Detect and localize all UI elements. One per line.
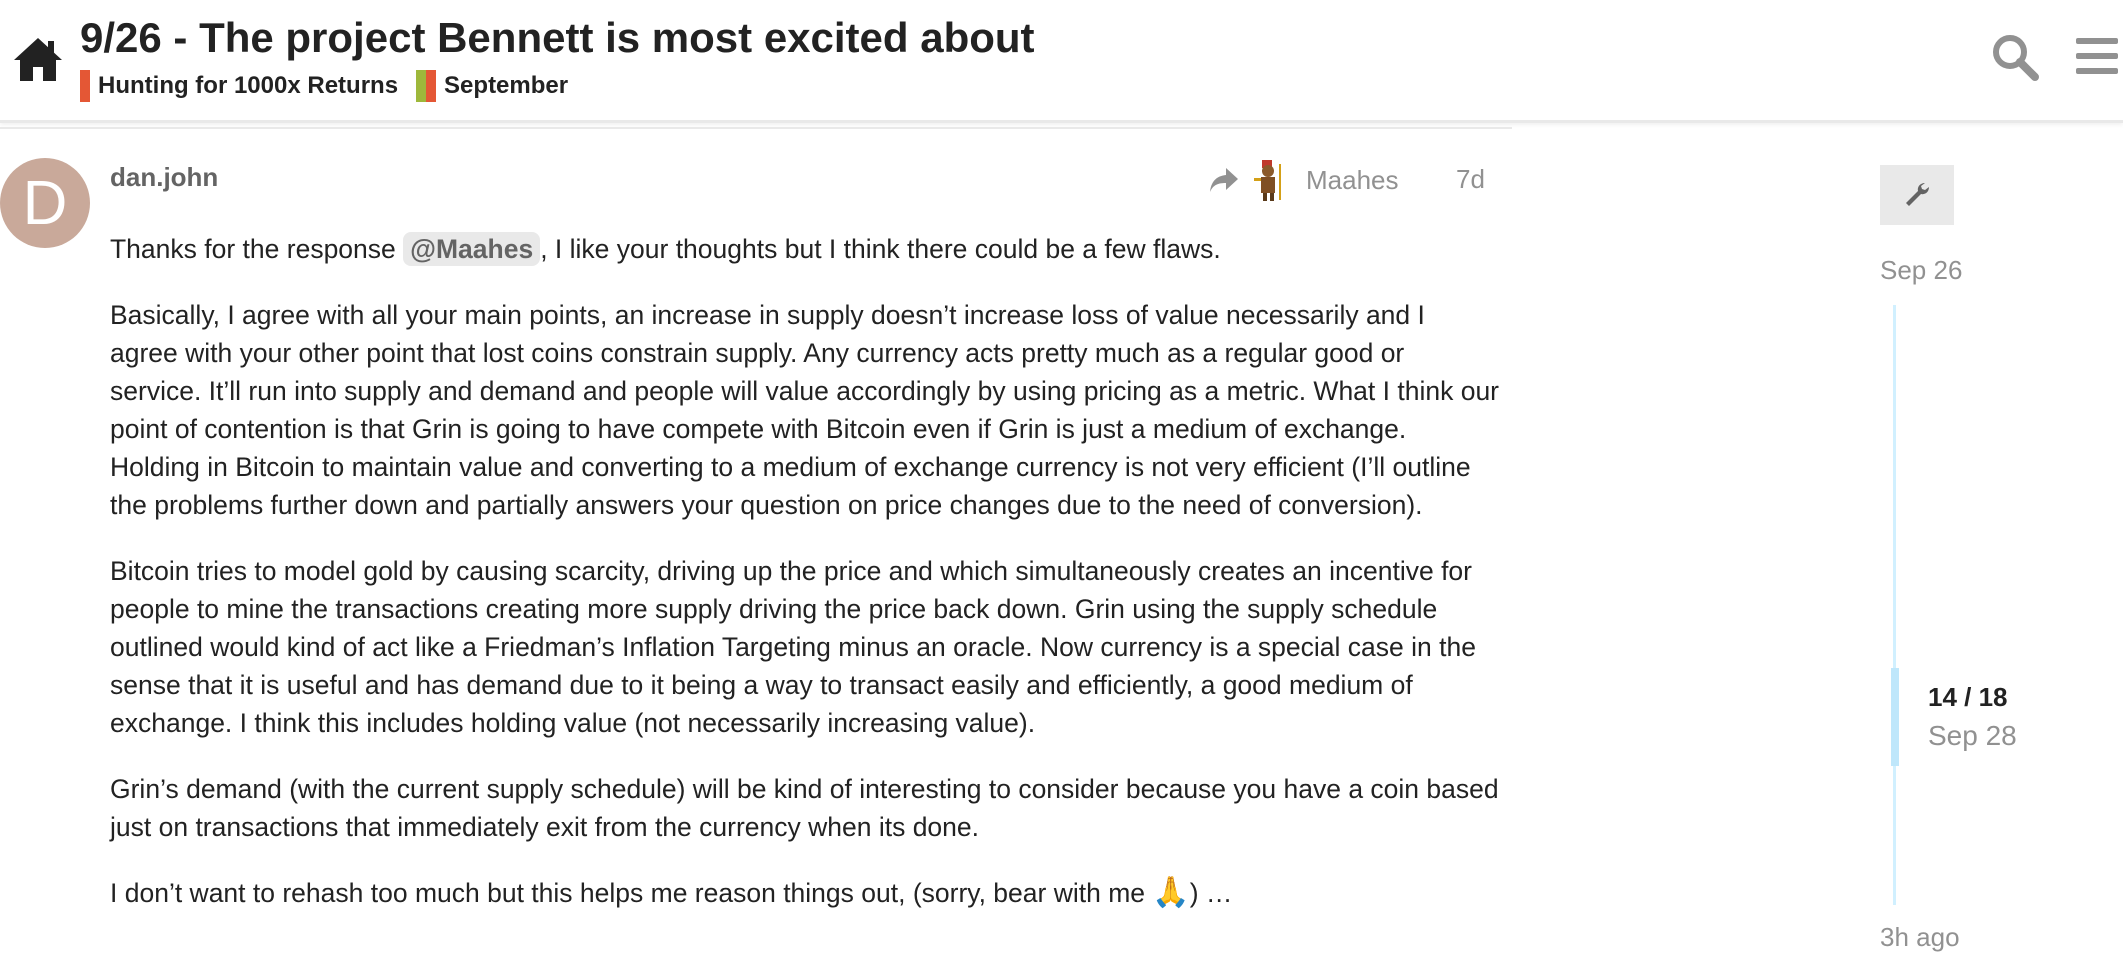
timeline-scroll-handle[interactable] (1891, 668, 1899, 766)
post-username[interactable]: dan.john (110, 162, 218, 193)
post-paragraph: Basically, I agree with all your main po… (110, 300, 1500, 520)
pray-emoji-icon: 🙏 (1152, 876, 1190, 909)
timeline-position: 14 / 18 (1928, 682, 2008, 712)
share-reply-icon (1210, 168, 1238, 192)
post-paragraph: Thanks for the response @Maahes, I like … (110, 230, 1500, 268)
reply-to-link[interactable]: Maahes (1208, 158, 1399, 202)
admin-wrench-button[interactable] (1880, 165, 1954, 225)
post-paragraph: I don’t want to rehash too much but this… (110, 874, 1500, 912)
paragraph-text: , I like your thoughts but I think there… (540, 234, 1221, 264)
paragraph-text: I don’t want to rehash too much but this… (110, 878, 1153, 908)
home-icon[interactable] (12, 34, 64, 84)
timeline-end-date[interactable]: 3h ago (1880, 922, 1960, 953)
search-icon[interactable] (1990, 32, 2040, 82)
post-divider (0, 127, 1512, 129)
category-color-swatch (416, 70, 437, 102)
post-body: Thanks for the response @Maahes, I like … (110, 230, 1500, 940)
paragraph-text: ) … (1189, 878, 1233, 908)
category-color-swatch (80, 70, 90, 102)
avatar[interactable]: D (0, 158, 90, 248)
post-paragraph: Grin’s demand (with the current supply s… (110, 774, 1499, 842)
category-label: Hunting for 1000x Returns (98, 72, 399, 99)
paragraph-text: Thanks for the response (110, 234, 404, 264)
reply-user-avatar-icon (1254, 160, 1281, 201)
site-header: 9/26 - The project Bennett is most excit… (0, 0, 2123, 123)
category-breadcrumb: Hunting for 1000x Returns September (80, 70, 586, 102)
reply-to-username: Maahes (1306, 164, 1399, 195)
wrench-icon (1906, 183, 1929, 206)
category-hunting[interactable]: Hunting for 1000x Returns (80, 70, 398, 102)
topic-title[interactable]: 9/26 - The project Bennett is most excit… (80, 14, 1035, 62)
timeline-position-date: Sep 28 (1928, 720, 2017, 751)
post-paragraph: Bitcoin tries to model gold by causing s… (110, 556, 1476, 738)
timeline-scrollbar-track[interactable] (1893, 305, 1896, 905)
user-mention[interactable]: @Maahes (403, 232, 541, 266)
post-date[interactable]: 7d (1456, 164, 1485, 195)
timeline-start-date[interactable]: Sep 26 (1880, 255, 1962, 286)
category-september[interactable]: September (416, 70, 568, 102)
category-label: September (444, 72, 569, 99)
hamburger-menu-icon[interactable] (2074, 34, 2120, 78)
